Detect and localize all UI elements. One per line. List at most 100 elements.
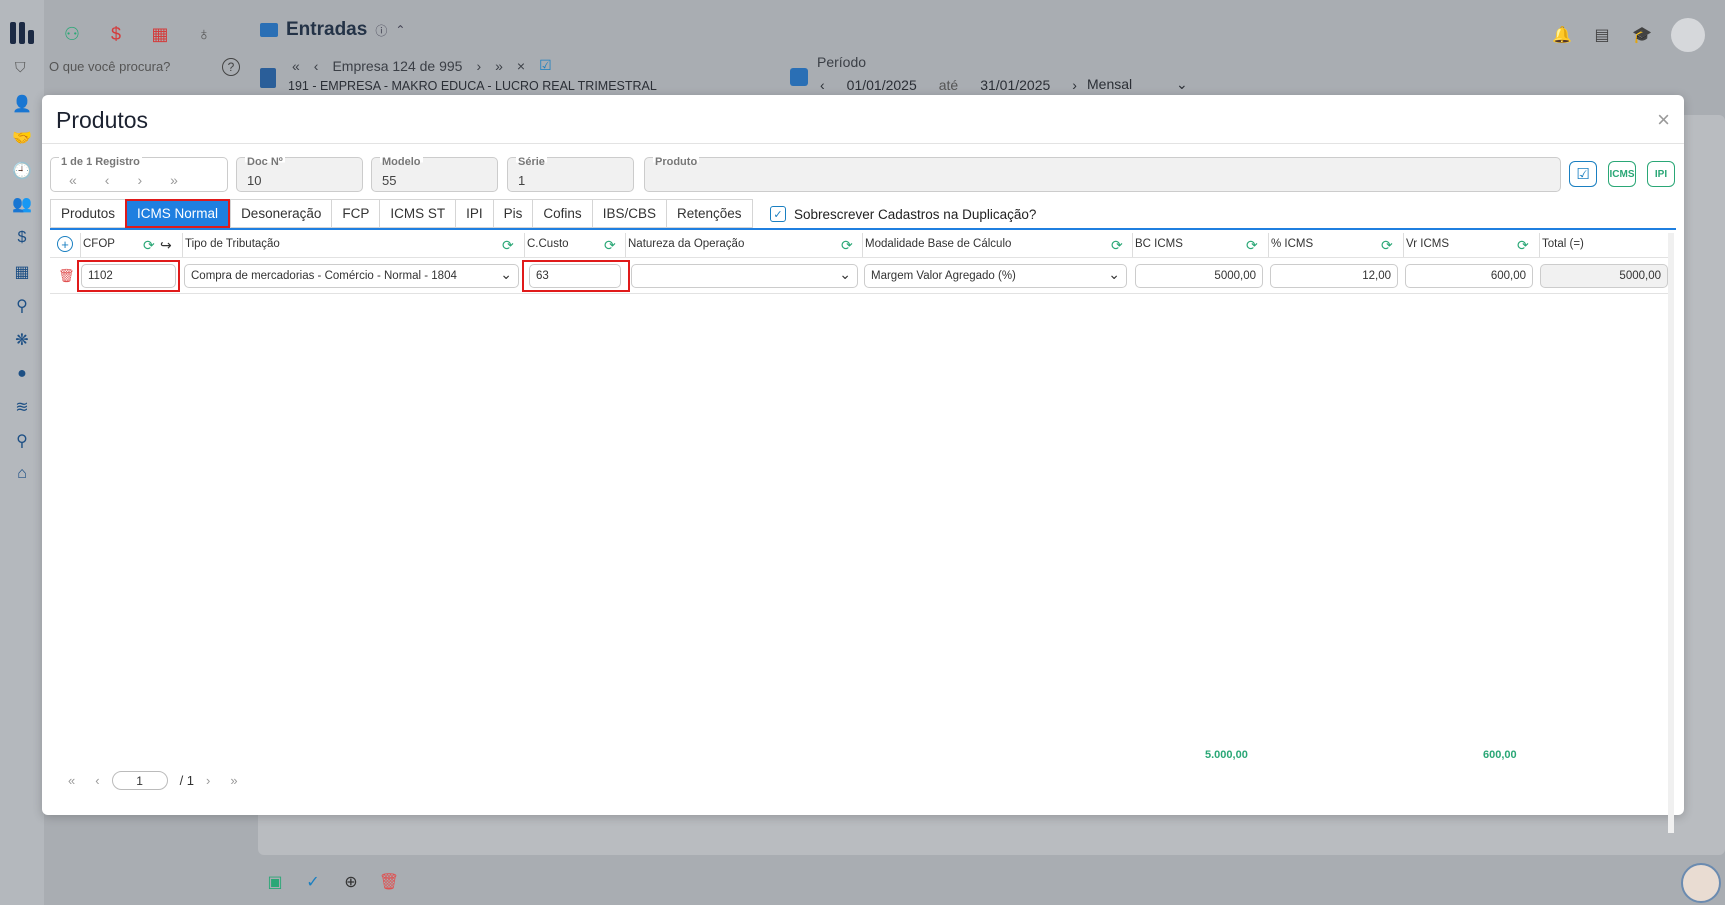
person-chart-icon[interactable]: ⚲ <box>10 294 34 318</box>
ccusto-input[interactable]: 63 <box>529 264 621 288</box>
tab-pis[interactable]: Pis <box>492 199 533 228</box>
refresh-icon[interactable]: ⟳ <box>502 237 514 254</box>
prev-page-icon[interactable]: ‹ <box>95 773 99 788</box>
prev-record-icon[interactable]: ‹ <box>105 172 110 188</box>
clear-icon[interactable]: × <box>517 58 525 74</box>
tipo-tributacao-select[interactable]: Compra de mercadorias - Comércio - Norma… <box>184 264 519 288</box>
page-total: / 1 <box>179 773 195 788</box>
pct-icms-input[interactable]: 12,00 <box>1270 264 1398 288</box>
tab-ipi[interactable]: IPI <box>455 199 493 228</box>
override-checkbox[interactable]: ✓ <box>770 206 786 222</box>
next-record-icon[interactable]: › <box>137 172 142 188</box>
last-company-icon[interactable]: » <box>495 58 503 74</box>
page-input[interactable]: 1 <box>111 771 168 790</box>
chevron-down-icon: ⌄ <box>1176 76 1188 92</box>
share-icon[interactable]: ↪ <box>160 237 172 254</box>
refresh-icon[interactable]: ⟳ <box>1111 237 1123 254</box>
network-icon[interactable]: ❋ <box>10 328 34 352</box>
first-company-icon[interactable]: « <box>292 58 300 74</box>
layers-icon[interactable]: ≋ <box>10 395 34 419</box>
last-page-icon[interactable]: » <box>230 773 237 788</box>
calendar-icon[interactable] <box>790 68 808 86</box>
tab-ibs-cbs[interactable]: IBS/CBS <box>591 199 666 228</box>
modalidade-bc-select[interactable]: Margem Valor Agregado (%) <box>864 264 1127 288</box>
prev-period-icon[interactable]: ‹ <box>820 77 825 93</box>
dollar-icon[interactable]: $ <box>10 226 34 250</box>
search-input[interactable]: O que você procura? <box>49 59 170 74</box>
calculator-icon[interactable]: ▦ <box>148 22 172 46</box>
tab-retencoes[interactable]: Retenções <box>665 199 753 228</box>
money-bag-icon[interactable]: ♁ <box>192 22 216 46</box>
people-icon[interactable]: ⚇ <box>60 22 84 46</box>
serie-field[interactable]: Série 1 <box>507 156 634 192</box>
refresh-icon[interactable]: ⟳ <box>143 237 155 254</box>
refresh-icon[interactable]: ⟳ <box>1517 237 1529 254</box>
chevron-up-icon[interactable]: ⌃ <box>395 23 405 37</box>
monitor-icon <box>260 23 278 37</box>
prev-company-icon[interactable]: ‹ <box>314 58 319 74</box>
document-icon[interactable]: ▦ <box>10 260 34 284</box>
checklist-button[interactable]: ☑ <box>1569 161 1597 187</box>
tab-icms-normal[interactable]: ICMS Normal <box>125 199 231 228</box>
next-company-icon[interactable]: › <box>476 58 481 74</box>
next-period-icon[interactable]: › <box>1072 77 1077 93</box>
next-page-icon[interactable]: › <box>206 773 210 788</box>
page-title[interactable]: Entradas ⓘ ⌃ <box>260 19 405 41</box>
modelo-field[interactable]: Modelo 55 <box>371 156 498 192</box>
assistant-avatar[interactable] <box>1681 863 1721 903</box>
top-right-icons: 🔔 ▤ 🎓 <box>1551 18 1705 52</box>
app-logo[interactable] <box>10 18 38 44</box>
clock-icon[interactable]: 🕘 <box>10 159 34 183</box>
filter-icon[interactable]: ⛉ <box>15 59 26 76</box>
avatar[interactable] <box>1671 18 1705 52</box>
refresh-icon[interactable]: ⟳ <box>1246 237 1258 254</box>
delete-icon[interactable]: 🗑 <box>379 872 399 892</box>
users-icon[interactable]: 👥 <box>10 192 34 216</box>
info-icon[interactable]: ⓘ <box>375 22 387 39</box>
vr-icms-input[interactable]: 600,00 <box>1405 264 1533 288</box>
first-record-icon[interactable]: « <box>69 172 77 188</box>
produtos-modal: Produtos × 1 de 1 Registro « ‹ › » Doc N… <box>42 95 1684 833</box>
graduation-cap-icon[interactable]: 🎓 <box>1631 24 1653 46</box>
confirm-icon[interactable]: ✓ <box>303 872 323 892</box>
help-icon[interactable]: ? <box>222 58 240 76</box>
report-icon[interactable]: ▤ <box>1591 24 1613 46</box>
override-option[interactable]: ✓ Sobrescrever Cadastros na Duplicação? <box>770 206 1036 222</box>
last-record-icon[interactable]: » <box>170 172 178 188</box>
add-icon[interactable]: ⊕ <box>341 872 361 892</box>
period-mode-select[interactable]: Mensal ⌄ <box>1087 76 1188 93</box>
natureza-operacao-select[interactable] <box>631 264 858 288</box>
ipi-button[interactable]: IPI <box>1647 161 1675 187</box>
delete-row-icon[interactable]: 🗑 <box>58 268 75 284</box>
tab-desoneracao[interactable]: Desoneração <box>230 199 332 228</box>
bc-icms-input[interactable]: 5000,00 <box>1135 264 1263 288</box>
icms-button[interactable]: ICMS <box>1608 161 1636 187</box>
cfop-input[interactable]: 1102 <box>81 264 176 288</box>
save-icon[interactable]: ▣ <box>265 872 285 892</box>
date-to[interactable]: 31/01/2025 <box>980 77 1050 93</box>
refresh-icon[interactable]: ⟳ <box>604 237 616 254</box>
refresh-icon[interactable]: ⟳ <box>841 237 853 254</box>
user-icon[interactable]: 👤 <box>10 92 34 116</box>
first-page-icon[interactable]: « <box>68 773 75 788</box>
dollar-icon[interactable]: $ <box>104 22 128 46</box>
tab-cofins[interactable]: Cofins <box>532 199 592 228</box>
grid-scrollbar[interactable] <box>1668 233 1674 833</box>
close-icon[interactable]: × <box>1657 107 1670 133</box>
period-row: ‹ 01/01/2025 até 31/01/2025 › <box>820 77 1077 93</box>
bell-icon[interactable]: 🔔 <box>1551 24 1573 46</box>
money-bag-icon[interactable]: ● <box>10 362 34 386</box>
handshake-icon[interactable]: 🤝 <box>10 126 34 150</box>
tab-produtos[interactable]: Produtos <box>50 199 126 228</box>
check-icon[interactable]: ☑ <box>539 57 552 74</box>
modal-title: Produtos <box>56 107 149 133</box>
tab-icms-st[interactable]: ICMS ST <box>379 199 456 228</box>
search-icon[interactable]: ⚲ <box>10 429 34 453</box>
refresh-icon[interactable]: ⟳ <box>1381 237 1393 254</box>
date-from[interactable]: 01/01/2025 <box>847 77 917 93</box>
produto-field[interactable]: Produto <box>644 156 1561 192</box>
tab-fcp[interactable]: FCP <box>331 199 380 228</box>
date-sep: até <box>938 77 959 93</box>
doc-field[interactable]: Doc Nº 10 <box>236 156 363 192</box>
home-icon[interactable]: ⌂ <box>10 462 34 486</box>
